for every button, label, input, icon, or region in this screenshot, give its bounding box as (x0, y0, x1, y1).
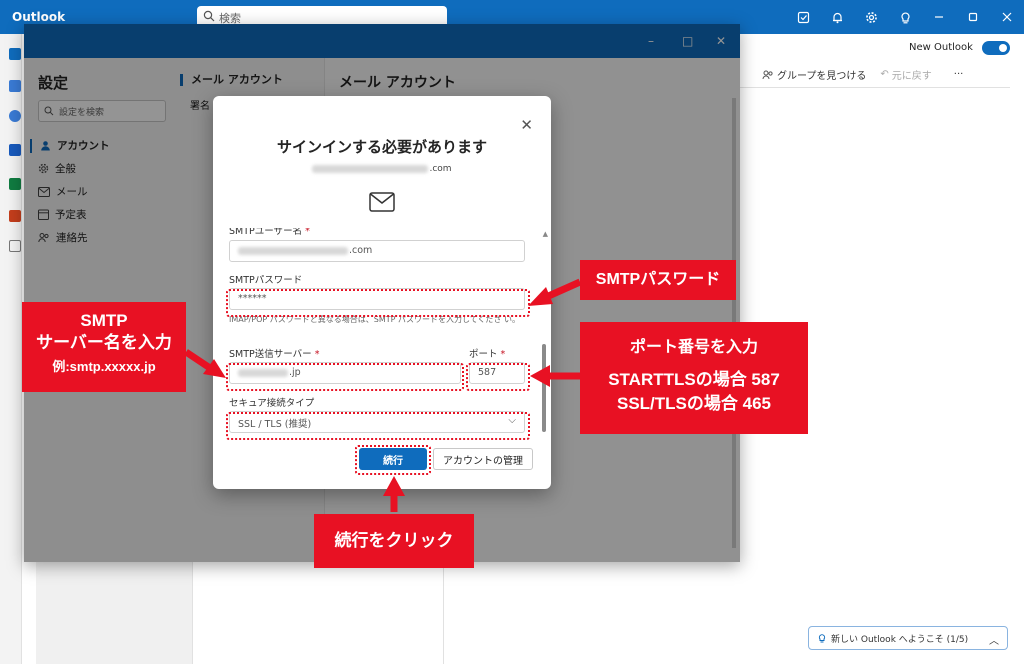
more-label: ··· (953, 69, 964, 80)
reading-pane-area (192, 560, 444, 664)
smtp-user-label: SMTPユーザー名 * (229, 228, 310, 237)
highlight-password (226, 289, 530, 317)
required-mark: * (314, 349, 320, 360)
redacted-text (238, 246, 348, 255)
smtp-user-input[interactable]: .com (229, 240, 525, 262)
continue-callout-text: 続行をクリック (334, 531, 454, 550)
minimize-icon[interactable] (922, 0, 956, 34)
continue-callout: 続行をクリック (314, 514, 474, 568)
server-callout-line2: サーバー名を入力 (36, 333, 172, 352)
new-outlook-toggle[interactable] (982, 41, 1010, 55)
smtp-user-suffix: .com (349, 245, 373, 256)
maximize-icon[interactable] (956, 0, 990, 34)
server-callout-line3: 例:smtp.xxxxx.jp (52, 359, 156, 374)
message-list-area (36, 560, 192, 664)
groups-icon (762, 70, 773, 79)
server-callout-line1: SMTP (80, 311, 128, 330)
welcome-text: 新しい Outlook へようこそ (1/5) (831, 634, 969, 645)
lightbulb-icon[interactable] (888, 0, 922, 34)
find-groups-button[interactable]: グループを見つける (762, 67, 866, 82)
scroll-up-icon[interactable]: ▲ (543, 230, 548, 238)
security-type-label: セキュア接続タイプ (229, 398, 315, 409)
highlight-security (226, 412, 530, 440)
close-icon[interactable] (990, 0, 1024, 34)
smtp-server-label-text: SMTP送信サーバー (229, 349, 312, 360)
bell-icon[interactable] (820, 0, 854, 34)
required-mark: * (500, 349, 506, 360)
undo-button[interactable]: ↶ 元に戻す (880, 67, 931, 82)
required-mark: * (305, 228, 310, 237)
undo-label: 元に戻す (891, 71, 932, 82)
mail-app-icon[interactable] (9, 48, 21, 60)
smtp-user-label-text: SMTPユーザー名 (229, 228, 303, 237)
more-button[interactable]: ··· (954, 69, 964, 80)
port-callout-line1: ポート番号を入力 (629, 339, 758, 356)
password-callout-text: SMTPパスワード (595, 271, 721, 288)
app-rail (0, 34, 22, 664)
dialog-scrollbar[interactable] (542, 344, 546, 432)
email-suffix: .com (429, 164, 452, 174)
port-label-text: ポート (469, 349, 498, 360)
excel-app-icon[interactable] (9, 178, 21, 190)
smtp-server-label: SMTP送信サーバー * (229, 346, 319, 360)
apps-grid-icon[interactable] (9, 240, 21, 252)
dialog-title: サインインする必要があります (276, 138, 487, 156)
port-label: ポート * (469, 346, 505, 360)
find-groups-label: グループを見つける (777, 71, 867, 82)
chevron-up-icon[interactable]: ︿ (989, 632, 999, 647)
people-app-icon[interactable] (9, 110, 21, 122)
envelope-icon (369, 192, 395, 212)
lightbulb-icon (818, 634, 826, 643)
port-callout-line3: SSL/TLSの場合 465 (617, 394, 771, 413)
search-icon (203, 10, 215, 22)
highlight-server (226, 363, 464, 391)
new-outlook-label: New Outlook (909, 42, 973, 53)
ribbon: グループを見つける ↶ 元に戻す ··· (740, 62, 1010, 88)
password-callout: SMTPパスワード (580, 260, 736, 300)
highlight-continue (355, 445, 431, 475)
undo-icon: ↶ (880, 69, 889, 80)
gear-icon[interactable] (854, 0, 888, 34)
dialog-close-icon[interactable]: ✕ (520, 116, 533, 134)
welcome-banner[interactable]: 新しい Outlook へようこそ (1/5) ︿ (808, 626, 1008, 650)
tasks-icon[interactable] (786, 0, 820, 34)
word-app-icon[interactable] (9, 144, 21, 156)
app-title: Outlook (12, 10, 66, 24)
powerpoint-app-icon[interactable] (9, 210, 21, 222)
smtp-password-label: SMTPパスワード (229, 275, 303, 286)
highlight-port (466, 363, 530, 391)
manage-account-button[interactable]: アカウントの管理 (433, 448, 533, 470)
redacted-text (312, 164, 429, 173)
port-callout: ポート番号を入力 STARTTLSの場合 587 SSL/TLSの場合 465 (580, 322, 808, 434)
port-callout-line2: STARTTLSの場合 587 (608, 370, 780, 389)
dialog-email: .com (213, 164, 551, 174)
calendar-app-icon[interactable] (9, 80, 21, 92)
server-callout: SMTP サーバー名を入力 例:smtp.xxxxx.jp (22, 302, 186, 392)
